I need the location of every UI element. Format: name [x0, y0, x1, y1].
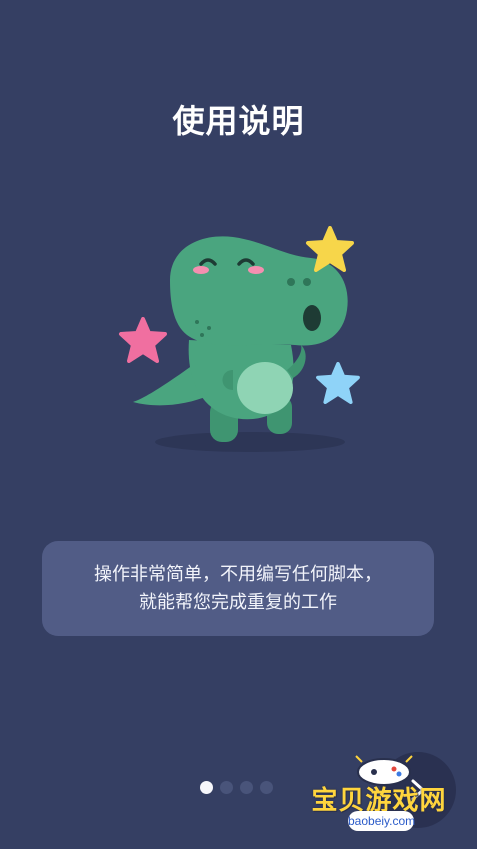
onboarding-screen: 使用说明 操作非常简单，不用编写任何脚本， 就能帮您完成重复的工作 宝贝游戏网 … — [0, 0, 477, 849]
page-dot-3[interactable] — [240, 781, 253, 794]
watermark-site: baobeiy.com — [348, 811, 415, 831]
page-title: 使用说明 — [172, 102, 305, 140]
instruction-line-2: 就能帮您完成重复的工作 — [139, 591, 337, 613]
page-dot-4[interactable] — [260, 781, 273, 794]
page-indicator — [200, 781, 273, 794]
blue-star-icon — [316, 362, 360, 404]
pink-star-icon — [119, 317, 167, 363]
page-dot-1[interactable] — [200, 781, 213, 794]
instruction-card: 操作非常简单，不用编写任何脚本， 就能帮您完成重复的工作 — [42, 541, 434, 636]
watermark-logo: 宝贝游戏网 baobeiy.com — [300, 752, 460, 842]
yellow-star-icon — [306, 226, 354, 272]
page-dot-2[interactable] — [220, 781, 233, 794]
instruction-line-1: 操作非常简单，不用编写任何脚本， — [94, 563, 382, 585]
